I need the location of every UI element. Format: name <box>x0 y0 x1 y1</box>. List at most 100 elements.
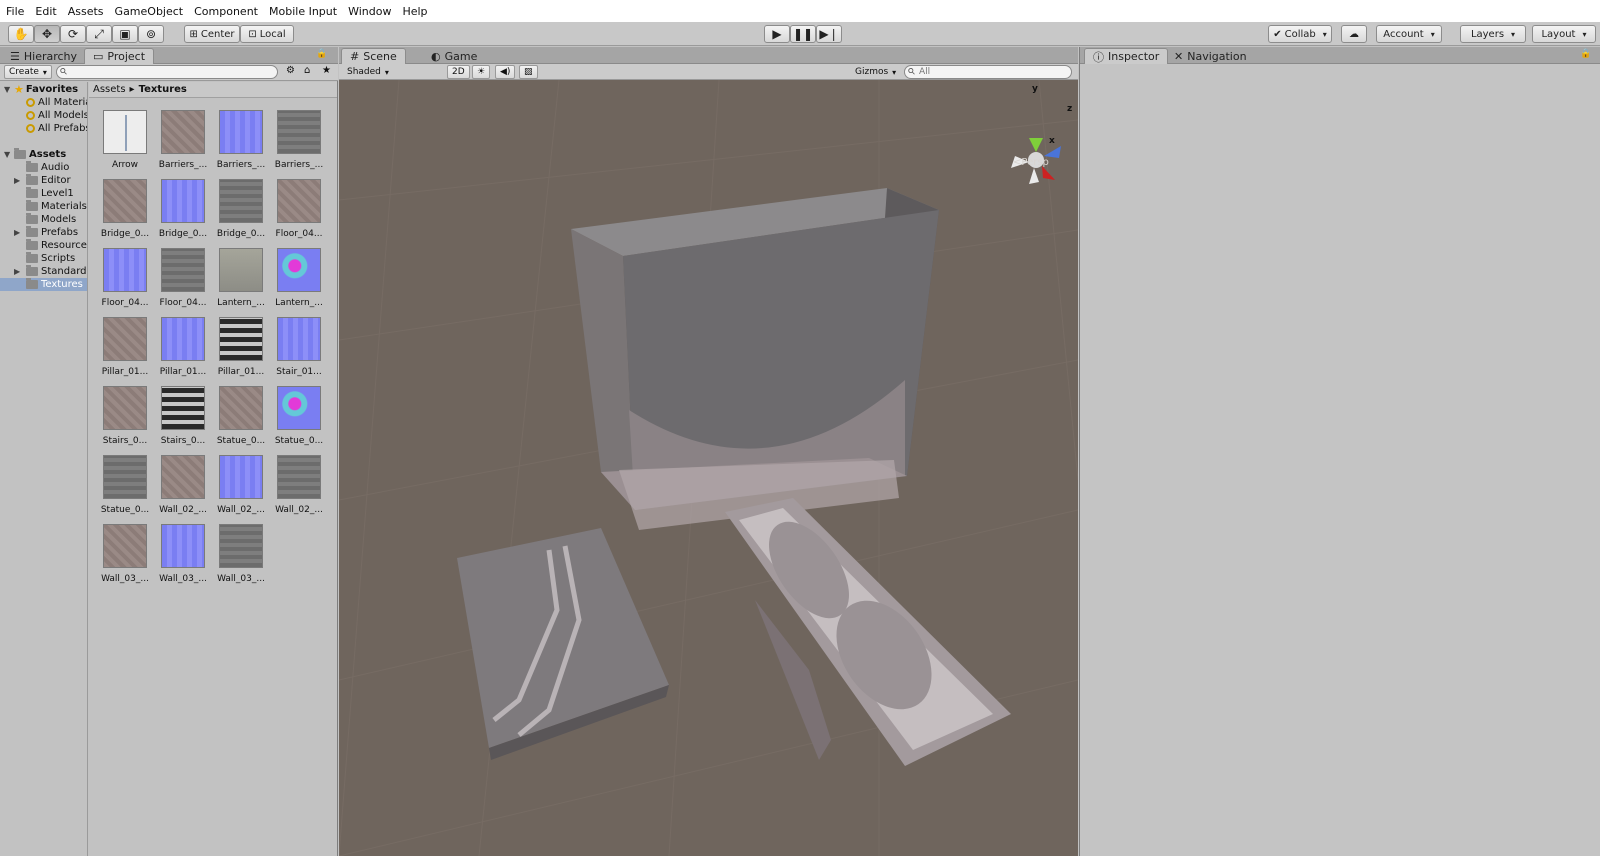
tree-folder-audio[interactable]: Audio <box>26 161 69 174</box>
toggle-2d-button[interactable]: 2D <box>447 65 470 79</box>
texture-thumbnail[interactable]: Stair_01... <box>270 317 328 383</box>
favorite-star-icon[interactable]: ★ <box>322 65 331 76</box>
menu-item-window[interactable]: Window <box>348 5 391 18</box>
gizmo-y-cone-icon[interactable] <box>1029 138 1043 152</box>
tab-game[interactable]: ◐ Game <box>423 48 485 64</box>
collapse-arrow-icon[interactable]: ▶ <box>14 228 24 237</box>
menu-item-mobile-input[interactable]: Mobile Input <box>269 5 337 18</box>
audio-toggle[interactable]: ◀) <box>495 65 516 79</box>
tab-navigation[interactable]: ✕ Navigation <box>1166 48 1255 64</box>
scene-search-input[interactable]: All <box>904 65 1072 79</box>
tab-inspector[interactable]: ⓘ Inspector <box>1084 48 1169 64</box>
texture-thumbnail[interactable]: Statue_0... <box>212 386 270 452</box>
texture-thumbnail[interactable]: Wall_03_... <box>154 524 212 590</box>
filter-type-icon[interactable]: ⚙ <box>286 65 295 76</box>
floor-tile-model[interactable] <box>457 528 669 760</box>
texture-thumbnail[interactable]: Bridge_0... <box>154 179 212 245</box>
tree-folder-resources[interactable]: Resources <box>26 239 87 252</box>
texture-thumbnail[interactable]: Lantern_... <box>212 248 270 314</box>
texture-thumbnail[interactable]: Wall_02_... <box>154 455 212 521</box>
move-tool-button[interactable]: ✥ <box>34 25 60 43</box>
texture-thumbnail[interactable]: Barriers_... <box>154 110 212 176</box>
texture-thumbnail[interactable]: Bridge_0... <box>96 179 154 245</box>
projection-toggle[interactable]: <Persp <box>1013 157 1049 168</box>
tab-scene[interactable]: # Scene <box>341 48 406 64</box>
hand-tool-button[interactable]: ✋ <box>8 25 34 43</box>
texture-thumbnail[interactable]: Pillar_01... <box>96 317 154 383</box>
texture-thumbnail[interactable]: Lantern_... <box>270 248 328 314</box>
texture-thumbnail[interactable]: Pillar_01... <box>212 317 270 383</box>
tab-project[interactable]: ▭ Project <box>84 48 155 64</box>
rotate-tool-button[interactable]: ⟳ <box>60 25 86 43</box>
account-dropdown[interactable]: Account <box>1376 25 1442 43</box>
texture-thumbnail[interactable]: Statue_0... <box>96 455 154 521</box>
collapse-arrow-icon[interactable]: ▶ <box>14 267 24 276</box>
pause-button[interactable]: ❚❚ <box>790 25 816 43</box>
step-button[interactable]: ▶❘ <box>816 25 842 43</box>
effects-dropdown[interactable]: ▨ <box>519 65 538 79</box>
texture-thumbnail[interactable]: Arrow <box>96 110 154 176</box>
layers-dropdown[interactable]: Layers <box>1460 25 1526 43</box>
stair-piece-model[interactable] <box>725 498 1011 766</box>
texture-thumbnail[interactable]: Statue_0... <box>270 386 328 452</box>
tab-hierarchy[interactable]: ☰ Hierarchy <box>2 48 85 64</box>
transform-tool-button[interactable]: ⊚ <box>138 25 164 43</box>
menu-item-gameobject[interactable]: GameObject <box>115 5 184 18</box>
breadcrumb-root[interactable]: Assets <box>93 84 126 95</box>
menu-item-assets[interactable]: Assets <box>68 5 104 18</box>
scene-viewport[interactable]: y z x <Persp <box>339 80 1078 856</box>
gizmo-x-cone-icon[interactable] <box>1042 166 1055 180</box>
shading-mode-dropdown[interactable]: Shaded <box>343 65 441 79</box>
play-button[interactable]: ▶ <box>764 25 790 43</box>
pivot-center-button[interactable]: ⊞ Center <box>184 25 240 43</box>
texture-thumbnail[interactable]: Wall_02_... <box>270 455 328 521</box>
texture-thumbnail[interactable]: Floor_04... <box>154 248 212 314</box>
menu-item-component[interactable]: Component <box>194 5 258 18</box>
lighting-toggle[interactable]: ☀ <box>472 65 491 79</box>
tree-folder-standard-assets[interactable]: ▶ Standard Assets <box>14 265 87 278</box>
scale-tool-button[interactable]: ⤢ <box>86 25 112 43</box>
texture-thumbnail[interactable]: Floor_04... <box>270 179 328 245</box>
texture-thumbnail[interactable]: Stairs_0... <box>96 386 154 452</box>
project-search-input[interactable] <box>56 65 278 79</box>
texture-thumbnail[interactable]: Barriers_... <box>270 110 328 176</box>
tree-favorite-item[interactable]: All Prefabs <box>26 122 87 135</box>
menu-item-help[interactable]: Help <box>402 5 427 18</box>
tree-folder-textures[interactable]: Textures <box>0 278 87 291</box>
tree-folder-editor[interactable]: ▶ Editor <box>14 174 71 187</box>
lock-icon[interactable]: 🔒 <box>316 49 327 59</box>
gizmos-dropdown[interactable]: Gizmos <box>851 65 900 79</box>
tree-folder-level1[interactable]: Level1 <box>26 187 74 200</box>
tree-favorite-item[interactable]: All Models <box>26 109 87 122</box>
texture-thumbnail[interactable]: Bridge_0... <box>212 179 270 245</box>
tree-folder-models[interactable]: Models <box>26 213 76 226</box>
wall-block-model[interactable] <box>571 188 939 530</box>
texture-thumbnail[interactable]: Floor_04... <box>96 248 154 314</box>
inspector-lock-icon[interactable]: 🔒 <box>1580 49 1591 59</box>
cloud-button[interactable]: ☁ <box>1341 25 1367 43</box>
pivot-local-button[interactable]: ⊡ Local <box>240 25 294 43</box>
texture-thumbnail[interactable]: Pillar_01... <box>154 317 212 383</box>
tree-favorites[interactable]: ▼ ★ Favorites <box>4 83 78 96</box>
tree-favorite-item[interactable]: All Materials <box>26 96 87 109</box>
collab-dropdown[interactable]: ✔ Collab <box>1268 25 1332 43</box>
menu-item-edit[interactable]: Edit <box>35 5 56 18</box>
create-dropdown[interactable]: Create <box>4 65 52 79</box>
texture-thumbnail[interactable]: Stairs_0... <box>154 386 212 452</box>
texture-thumbnail[interactable]: Wall_02_... <box>212 455 270 521</box>
expand-arrow-icon[interactable]: ▼ <box>4 85 14 94</box>
tree-assets[interactable]: ▼ Assets <box>4 148 66 161</box>
texture-thumbnail[interactable]: Wall_03_... <box>212 524 270 590</box>
breadcrumb-current[interactable]: Textures <box>139 84 187 95</box>
texture-thumbnail[interactable]: Barriers_... <box>212 110 270 176</box>
filter-label-icon[interactable]: ⌂ <box>304 65 310 76</box>
collapse-arrow-icon[interactable]: ▶ <box>14 176 24 185</box>
tree-folder-prefabs[interactable]: ▶ Prefabs <box>14 226 78 239</box>
tree-folder-scripts[interactable]: Scripts <box>26 252 75 265</box>
texture-thumbnail[interactable]: Wall_03_... <box>96 524 154 590</box>
rect-tool-button[interactable]: ▣ <box>112 25 138 43</box>
layout-dropdown[interactable]: Layout <box>1532 25 1596 43</box>
tree-folder-materials[interactable]: Materials <box>26 200 87 213</box>
menu-item-file[interactable]: File <box>6 5 24 18</box>
expand-arrow-icon[interactable]: ▼ <box>4 150 14 159</box>
